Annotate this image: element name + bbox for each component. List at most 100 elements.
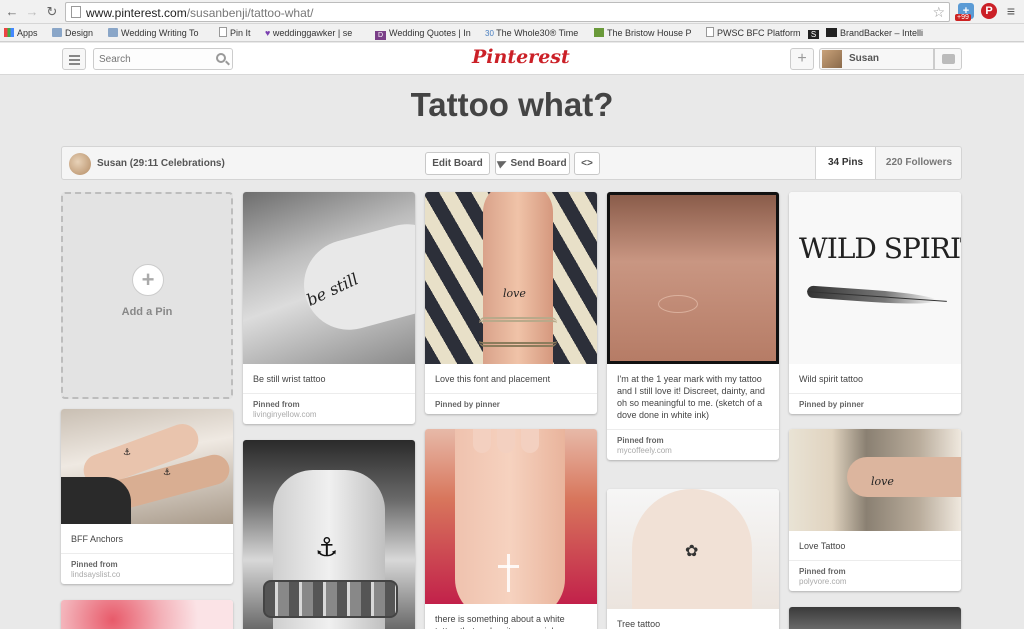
forward-arrow-icon[interactable]: →	[24, 4, 40, 20]
pin-card[interactable]: I'm at the 1 year mark with my tattoo an…	[607, 192, 779, 460]
bookmark-label: Apps	[17, 28, 38, 38]
pin-source[interactable]: Pinned by pinner	[425, 394, 597, 414]
pin-image[interactable]: ✿	[607, 489, 779, 609]
pin-source[interactable]: Pinned from mycoffeely.com	[607, 430, 779, 460]
pin-card[interactable]: ✿ Tree tattoo	[607, 489, 779, 629]
url-text: www.pinterest.com/susanbenji/tattoo-what…	[86, 6, 313, 20]
pin-source[interactable]: Pinned from livinginyellow.com	[243, 394, 415, 424]
embed-code-button[interactable]: <>	[574, 152, 600, 175]
add-icon[interactable]: +	[790, 48, 814, 70]
bookmark-pwsc[interactable]: PWSC BFC Platform	[706, 26, 801, 40]
pin-card[interactable]: ⚓	[243, 440, 415, 629]
bookmark-label: PWSC BFC Platform	[717, 28, 801, 38]
bookmark-label: weddinggawker | se	[272, 28, 353, 38]
followers-count-tab[interactable]: 220 Followers	[875, 147, 962, 179]
url-host: www.pinterest.com	[86, 6, 187, 20]
bookmark-wedding-writing[interactable]: Wedding Writing To	[108, 26, 208, 40]
d-logo-icon: D	[375, 31, 386, 40]
user-menu[interactable]: Susan	[819, 48, 934, 70]
board-owner[interactable]: Susan (29:11 Celebrations)	[97, 158, 225, 169]
notifications-icon[interactable]	[934, 48, 962, 70]
back-arrow-icon[interactable]: ←	[4, 4, 20, 20]
pin-card[interactable]: love Love Tattoo Pinned from polyvore.com	[789, 429, 961, 591]
tree-icon: ✿	[685, 543, 699, 560]
search-input[interactable]	[99, 52, 209, 66]
owner-avatar[interactable]	[69, 153, 91, 175]
pin-image[interactable]: ⚓	[243, 440, 415, 629]
address-bar[interactable]: www.pinterest.com/susanbenji/tattoo-what…	[65, 2, 950, 22]
reload-icon[interactable]: ↻	[44, 4, 60, 20]
pin-description: Love this font and placement	[425, 364, 597, 394]
bookmark-label: Wedding Quotes | In	[389, 28, 471, 38]
bookmark-label: The Bristow House P	[607, 28, 692, 38]
pin-source[interactable]: Pinned from lindsayslist.co	[61, 554, 233, 584]
tattoo-script: WILD SPIRIT	[799, 232, 961, 265]
pin-image[interactable]	[61, 600, 233, 629]
user-name: Susan	[849, 53, 880, 64]
pin-card[interactable]: WILD SPIRIT Wild spirit tattoo Pinned by…	[789, 192, 961, 414]
pin-card[interactable]	[61, 600, 233, 629]
bookmark-label: BrandBacker – Intelli	[840, 28, 924, 38]
hamburger-menu-icon[interactable]	[62, 48, 86, 70]
pin-card[interactable]: love Love this font and placement Pinned…	[425, 192, 597, 414]
pin-image[interactable]: WILD SPIRIT	[789, 192, 961, 364]
bookmark-label: Wedding Writing To	[121, 28, 199, 38]
s-logo-icon: S	[808, 30, 819, 39]
pin-description: Be still wrist tattoo	[243, 364, 415, 394]
apps-grid-icon	[4, 28, 14, 37]
anchor-icon: ⚓	[315, 532, 339, 562]
page-icon	[71, 6, 81, 18]
bookmark-label: Pin It	[230, 28, 251, 38]
source-label: Pinned from	[253, 400, 300, 409]
menu-icon[interactable]: ≡	[1003, 3, 1019, 19]
url-path: /susanbenji/tattoo-what/	[186, 6, 314, 20]
pin-card[interactable]: be still Be still wrist tattoo Pinned fr…	[243, 192, 415, 424]
send-board-label: Send Board	[510, 158, 567, 169]
bookmark-pin-it[interactable]: Pin It	[219, 26, 251, 40]
pin-card[interactable]: ⚓ ⚓ BFF Anchors Pinned from lindsayslist.…	[61, 409, 233, 584]
bookmark-wedding-quotes[interactable]: D Wedding Quotes | In	[375, 26, 475, 40]
bookmark-brandbacker[interactable]: BrandBacker – Intelli	[826, 26, 1024, 40]
pin-image[interactable]: love	[789, 429, 961, 531]
pin-source[interactable]: Pinned from polyvore.com	[789, 561, 961, 591]
edit-board-button[interactable]: Edit Board	[425, 152, 490, 175]
pin-card[interactable]: there is something about a white tattoo …	[425, 429, 597, 629]
folder-icon	[52, 28, 62, 37]
add-pin-card[interactable]: + Add a Pin	[61, 192, 233, 399]
pinterest-logo[interactable]: Pinterest	[472, 46, 570, 68]
bookmark-apps[interactable]: Apps	[4, 26, 38, 40]
bookmark-weddinggawker[interactable]: ♥ weddinggawker | se	[265, 26, 365, 40]
bookmark-whole30[interactable]: 30 The Whole30® Time	[485, 26, 583, 40]
bookmark-bristow-house[interactable]: The Bristow House P	[594, 26, 694, 40]
pin-description: Tree tattoo	[607, 609, 779, 629]
source-site: mycoffeely.com	[617, 446, 672, 455]
pin-image[interactable]	[425, 429, 597, 604]
pin-card[interactable]	[789, 607, 961, 629]
search-box[interactable]	[93, 48, 233, 70]
pin-image[interactable]	[607, 192, 779, 364]
bookmark-star-icon[interactable]: ☆	[932, 4, 945, 21]
pin-image[interactable]: be still	[243, 192, 415, 364]
pins-count-tab[interactable]: 34 Pins	[815, 147, 875, 179]
search-icon[interactable]	[216, 53, 226, 63]
source-site: polyvore.com	[799, 577, 847, 586]
bookmark-design[interactable]: Design	[52, 26, 93, 40]
pin-image[interactable]: ⚓ ⚓	[61, 409, 233, 524]
pin-description: there is something about a white tattoo …	[425, 604, 597, 629]
pin-description: I'm at the 1 year mark with my tattoo an…	[607, 364, 779, 430]
extension-badge: +99	[955, 14, 971, 21]
folder-icon	[108, 28, 118, 37]
pin-image[interactable]	[789, 607, 961, 629]
pin-image[interactable]: love	[425, 192, 597, 364]
source-site: lindsayslist.co	[71, 570, 121, 579]
pinterest-extension-icon[interactable]: P	[981, 3, 997, 19]
pinterest-header: Pinterest + Susan	[0, 43, 1024, 75]
bookmark-s[interactable]: S	[808, 26, 822, 40]
source-label: Pinned from	[71, 560, 118, 569]
brandbacker-icon	[826, 28, 837, 37]
send-board-button[interactable]: Send Board	[495, 152, 570, 175]
board-title: Tattoo what?	[410, 86, 614, 123]
pin-source[interactable]: Pinned by pinner	[789, 394, 961, 414]
source-label: Pinned from	[799, 567, 846, 576]
pin-description: BFF Anchors	[61, 524, 233, 554]
